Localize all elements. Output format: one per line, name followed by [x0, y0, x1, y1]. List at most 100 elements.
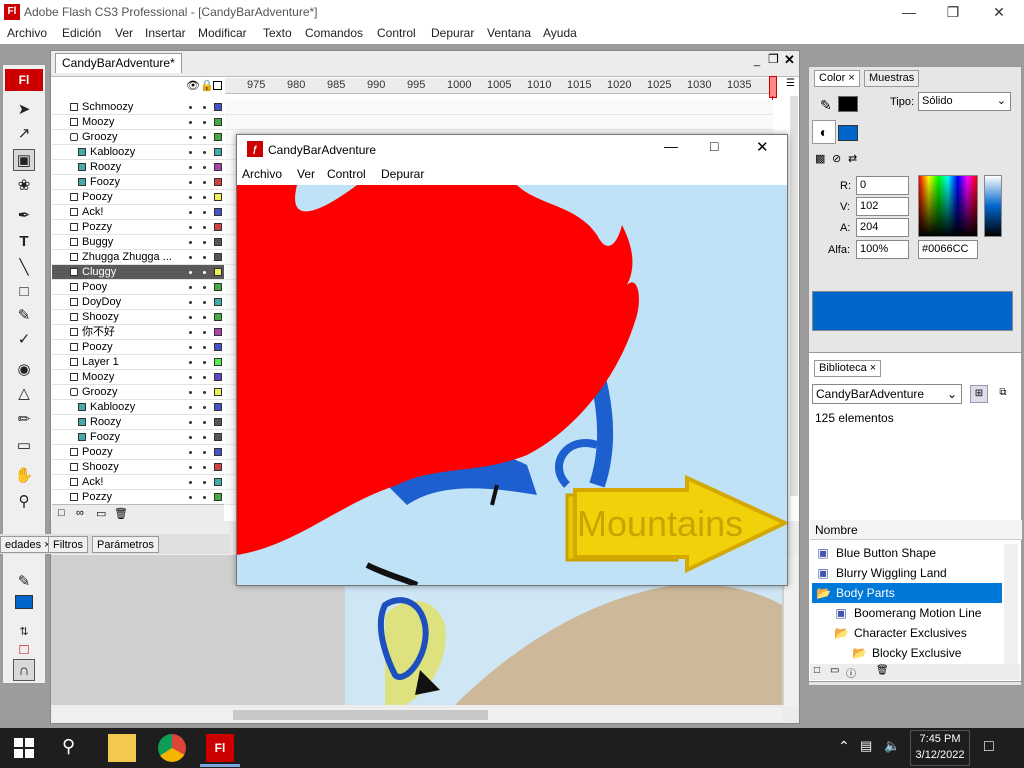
menu-modificar[interactable]: Modificar	[198, 26, 247, 40]
layer-row[interactable]: Moozy	[52, 115, 224, 130]
layer-outline-color[interactable]	[214, 358, 222, 366]
layer-toggle-dot[interactable]	[203, 256, 206, 259]
layer-row[interactable]: Foozy	[52, 175, 224, 190]
library-item[interactable]: ▣ Blurry Wiggling Land	[812, 563, 1002, 583]
layer-toggle-dot[interactable]	[203, 376, 206, 379]
layer-toggle-dot[interactable]	[203, 481, 206, 484]
library-item[interactable]: ▣ Blue Button Shape	[812, 543, 1002, 563]
tab-parametros[interactable]: Parámetros	[92, 536, 159, 553]
stroke-pencil-icon[interactable]: ✎	[820, 97, 832, 114]
layer-toggle-dot[interactable]	[189, 301, 192, 304]
stroke-color-swatch[interactable]	[838, 96, 858, 112]
fill-color-swatch[interactable]	[838, 125, 858, 141]
layer-toggle-dot[interactable]	[189, 496, 192, 499]
layer-outline-color[interactable]	[214, 388, 222, 396]
restore-button[interactable]: ❐	[930, 0, 976, 24]
subselection-tool-icon[interactable]: ↗	[13, 123, 35, 145]
eyedropper-tool-icon[interactable]: ✏	[13, 409, 35, 431]
player-maximize-button[interactable]: □	[710, 138, 718, 154]
layer-row[interactable]: Kabloozy	[52, 145, 224, 160]
layer-outline-color[interactable]	[214, 283, 222, 291]
layer-toggle-dot[interactable]	[203, 451, 206, 454]
insert-folder-icon[interactable]: ▭	[96, 507, 106, 520]
text-tool-icon[interactable]: T	[13, 231, 35, 253]
player-menu-control[interactable]: Control	[327, 167, 366, 181]
menu-ventana[interactable]: Ventana	[487, 26, 531, 40]
menu-insertar[interactable]: Insertar	[145, 26, 186, 40]
insert-layer-icon[interactable]: □	[58, 507, 65, 519]
rectangle-tool-icon[interactable]: □	[13, 281, 35, 303]
layer-outline-color[interactable]	[214, 493, 222, 501]
layer-row[interactable]: Layer 1	[52, 355, 224, 370]
new-symbol-icon[interactable]: □	[814, 665, 820, 676]
tab-biblioteca[interactable]: Biblioteca ×	[814, 360, 882, 377]
layer-toggle-dot[interactable]	[189, 436, 192, 439]
layer-outline-color[interactable]	[214, 238, 222, 246]
menu-comandos[interactable]: Comandos	[305, 26, 363, 40]
eraser-tool-icon[interactable]: ▭	[13, 435, 35, 457]
layer-row[interactable]: Pozzy	[52, 490, 224, 505]
no-color-icon[interactable]: ⊘	[832, 152, 841, 165]
notifications-icon[interactable]: □	[984, 738, 994, 756]
layer-toggle-dot[interactable]	[203, 121, 206, 124]
layer-row[interactable]: Ack!	[52, 475, 224, 490]
layer-toggle-dot[interactable]	[203, 496, 206, 499]
layer-outline-color[interactable]	[214, 103, 222, 111]
pen-tool-icon[interactable]: ✒	[13, 205, 35, 227]
tab-muestras[interactable]: Muestras	[864, 70, 920, 87]
layer-outline-color[interactable]	[214, 253, 222, 261]
layer-toggle-dot[interactable]	[189, 151, 192, 154]
layer-toggle-dot[interactable]	[189, 481, 192, 484]
stroke-color-icon[interactable]: ✎	[13, 571, 35, 593]
alfa-input[interactable]: 100%	[856, 240, 909, 259]
layer-toggle-dot[interactable]	[189, 256, 192, 259]
pin-library-icon[interactable]: ⊞	[970, 385, 988, 403]
layer-row[interactable]: DoyDoy	[52, 295, 224, 310]
delete-layer-icon[interactable]: 🗑	[114, 507, 128, 520]
layer-outline-color[interactable]	[214, 298, 222, 306]
stage-horizontal-scrollbar[interactable]	[53, 708, 783, 722]
minimize-button[interactable]: —	[886, 0, 932, 24]
outline-icon[interactable]	[213, 81, 222, 90]
layer-row[interactable]: Pooy	[52, 280, 224, 295]
playhead[interactable]	[769, 76, 777, 98]
flash-taskbar-icon[interactable]: Fl	[206, 734, 234, 762]
snap-magnet-icon[interactable]: ∩	[13, 659, 35, 681]
timeline-menu-icon[interactable]: ☰	[786, 78, 795, 89]
layer-outline-color[interactable]	[214, 223, 222, 231]
brightness-slider[interactable]	[984, 175, 1002, 237]
layer-toggle-dot[interactable]	[189, 271, 192, 274]
layer-toggle-dot[interactable]	[189, 391, 192, 394]
library-scrollbar[interactable]	[1004, 544, 1018, 664]
lasso-tool-icon[interactable]: ❀	[13, 175, 35, 197]
paint-bucket-tool-icon[interactable]: △	[13, 383, 35, 405]
menu-ver[interactable]: Ver	[115, 26, 133, 40]
player-minimize-button[interactable]: —	[664, 138, 678, 154]
layer-outline-color[interactable]	[214, 478, 222, 486]
properties-icon[interactable]: ⓘ	[846, 665, 856, 680]
layer-toggle-dot[interactable]	[189, 406, 192, 409]
free-transform-tool-icon[interactable]: ▣	[13, 149, 35, 171]
swap-colors-icon[interactable]: ⇄	[848, 152, 857, 165]
fill-bucket-icon[interactable]: ◐	[812, 120, 836, 144]
library-item[interactable]: ▣ Boomerang Motion Line	[812, 603, 1002, 623]
layer-outline-color[interactable]	[214, 163, 222, 171]
layer-toggle-dot[interactable]	[203, 196, 206, 199]
layer-row[interactable]: Groozy	[52, 385, 224, 400]
layer-outline-color[interactable]	[214, 463, 222, 471]
new-folder-icon[interactable]: ▭	[830, 665, 839, 676]
doc-restore-icon[interactable]: ❐	[768, 52, 779, 66]
menu-depurar[interactable]: Depurar	[431, 26, 474, 40]
layer-toggle-dot[interactable]	[189, 181, 192, 184]
layer-toggle-dot[interactable]	[203, 211, 206, 214]
layer-toggle-dot[interactable]	[203, 166, 206, 169]
ink-bottle-tool-icon[interactable]: ◉	[13, 359, 35, 381]
menu-control[interactable]: Control	[377, 26, 416, 40]
layer-toggle-dot[interactable]	[189, 376, 192, 379]
layer-toggle-dot[interactable]	[203, 181, 206, 184]
layer-outline-color[interactable]	[214, 148, 222, 156]
layer-toggle-dot[interactable]	[189, 421, 192, 424]
color-spectrum[interactable]	[918, 175, 978, 237]
layer-toggle-dot[interactable]	[203, 406, 206, 409]
layer-toggle-dot[interactable]	[189, 166, 192, 169]
